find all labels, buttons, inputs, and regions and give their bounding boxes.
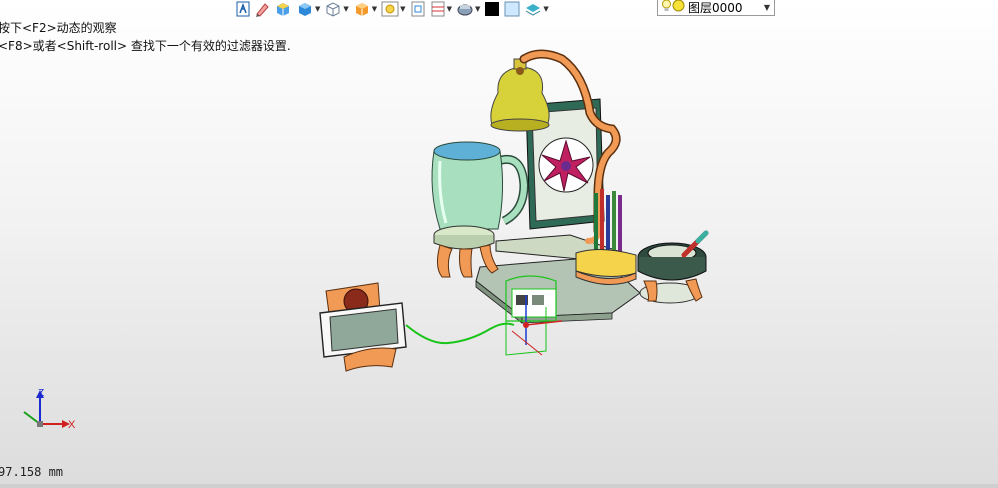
light-color-swatch-icon bbox=[504, 1, 520, 17]
chevron-down-icon[interactable]: ▼ bbox=[372, 5, 377, 13]
pencil-icon bbox=[254, 1, 270, 17]
coordinate-readout: 97.158 mm bbox=[0, 465, 64, 479]
phone-stand[interactable] bbox=[319, 282, 407, 372]
yellow-circle-icon bbox=[672, 0, 685, 15]
x-axis-label: X bbox=[68, 419, 76, 431]
model-scene[interactable] bbox=[300, 45, 730, 385]
orange-cube-icon bbox=[353, 1, 371, 17]
walk-view-button[interactable] bbox=[236, 1, 250, 17]
layer-stack-icon bbox=[524, 1, 542, 17]
fit-view-button[interactable] bbox=[410, 1, 426, 17]
hint-line-2: <F8>或者<Shift-roll> 查找下一个有效的过滤器设置. bbox=[0, 39, 291, 53]
chevron-down-icon[interactable]: ▼ bbox=[764, 3, 770, 12]
3d-viewport[interactable]: ▼ ▼ ▼ ▼ ▼ ▼ ▼ 图层0000 ▼ 按下<F2>动态的观察 <F8>或… bbox=[0, 0, 998, 488]
fit-view-icon bbox=[410, 1, 426, 17]
mug[interactable] bbox=[431, 141, 529, 230]
axis-origin bbox=[37, 421, 43, 427]
zoom-view-icon bbox=[381, 1, 399, 17]
sketch-button[interactable] bbox=[254, 1, 270, 17]
zoom-view-button[interactable]: ▼ bbox=[381, 1, 406, 17]
chevron-down-icon[interactable]: ▼ bbox=[343, 5, 348, 13]
section-view-icon bbox=[430, 1, 446, 17]
solid-view-button[interactable]: ▼ bbox=[296, 1, 320, 17]
chevron-down-icon[interactable]: ▼ bbox=[475, 5, 480, 13]
view-toolbar: ▼ ▼ ▼ ▼ ▼ ▼ ▼ bbox=[236, 0, 549, 18]
render-mode-icon bbox=[456, 1, 474, 17]
chevron-down-icon[interactable]: ▼ bbox=[447, 5, 452, 13]
z-axis-label: Z bbox=[38, 388, 44, 399]
wireframe-cube-icon bbox=[324, 1, 342, 17]
layer-select[interactable]: 图层0000 ▼ bbox=[657, 0, 775, 16]
section-view-button[interactable]: ▼ bbox=[430, 1, 452, 17]
chevron-down-icon[interactable]: ▼ bbox=[400, 5, 405, 13]
black-color-swatch-icon bbox=[484, 1, 500, 17]
ashtray[interactable] bbox=[637, 230, 709, 304]
light-color-button[interactable] bbox=[504, 1, 520, 17]
hint-line-1: 按下<F2>动态的观察 bbox=[0, 21, 117, 35]
status-bar bbox=[0, 484, 998, 488]
cable[interactable] bbox=[405, 322, 515, 345]
blue-cube-icon bbox=[296, 1, 314, 17]
axis-triad: Z X bbox=[23, 388, 76, 431]
bell[interactable] bbox=[490, 58, 550, 132]
chevron-down-icon[interactable]: ▼ bbox=[315, 5, 320, 13]
render-mode-button[interactable]: ▼ bbox=[456, 1, 480, 17]
layer-manager-button[interactable]: ▼ bbox=[524, 1, 549, 17]
shaded-view-button[interactable] bbox=[274, 1, 292, 17]
chevron-down-icon[interactable]: ▼ bbox=[543, 5, 548, 13]
walk-view-icon bbox=[236, 1, 250, 17]
shaded-cube-icon bbox=[274, 1, 292, 17]
light-bulb-icon bbox=[661, 0, 672, 16]
layer-select-value: 图层0000 bbox=[688, 0, 743, 15]
black-color-button[interactable] bbox=[484, 1, 500, 17]
mug-stand[interactable] bbox=[433, 225, 499, 278]
material-view-button[interactable]: ▼ bbox=[353, 1, 377, 17]
wireframe-view-button[interactable]: ▼ bbox=[324, 1, 349, 17]
